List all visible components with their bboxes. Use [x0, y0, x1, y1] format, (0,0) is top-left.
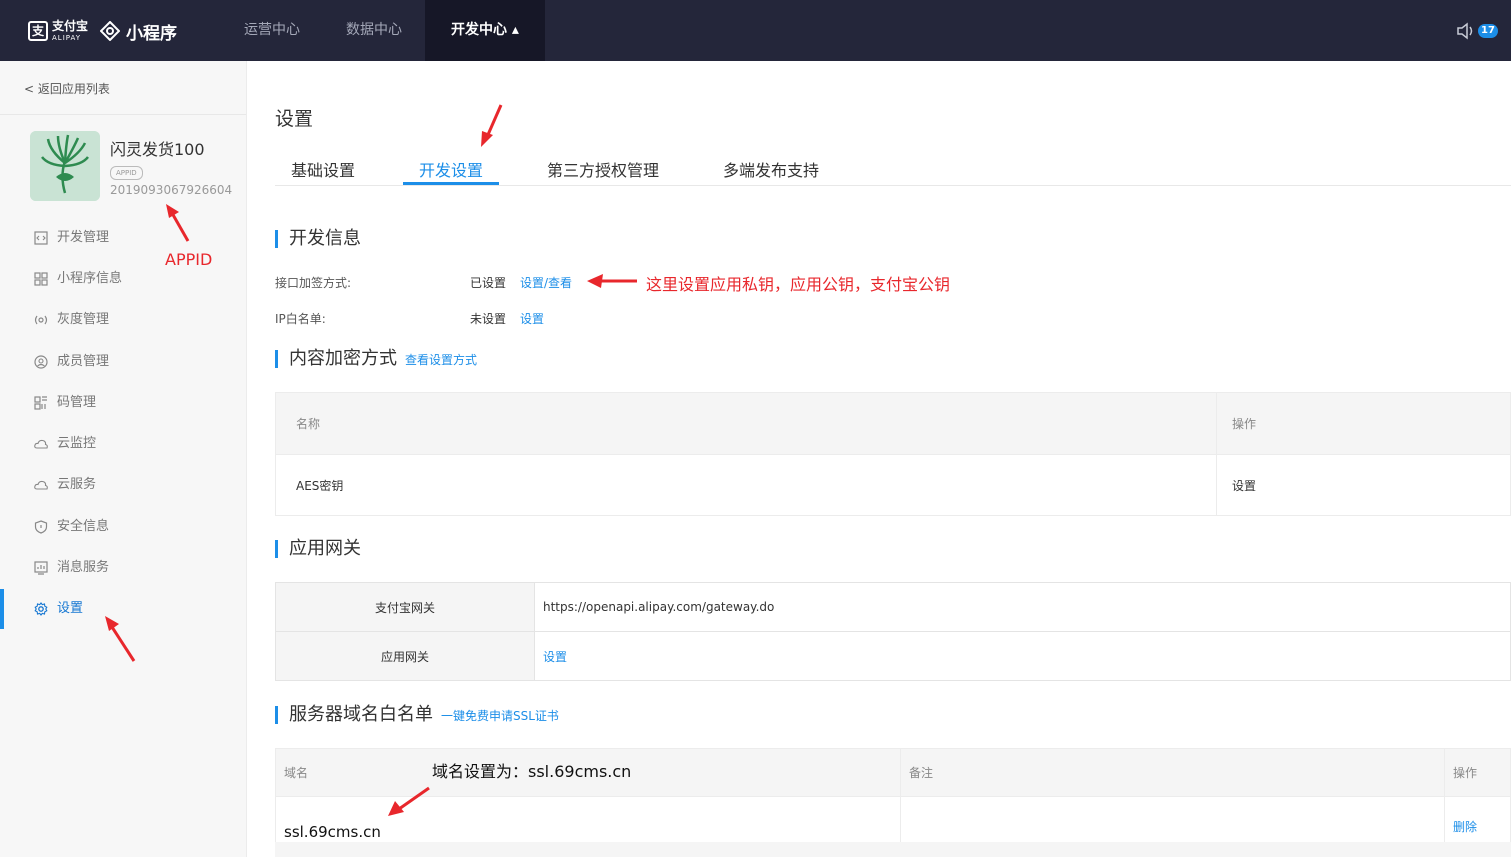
- main-content: 设置 基础设置 开发设置 第三方授权管理 多端发布支持 开发信息 接口加签方式:…: [247, 61, 1511, 857]
- nav-development[interactable]: 开发中心 ▴: [425, 0, 545, 61]
- table-row: 支付宝网关 https://openapi.alipay.com/gateway…: [275, 582, 1511, 632]
- app-avatar: [30, 131, 100, 201]
- app-gateway-set-link[interactable]: 设置: [534, 631, 1511, 681]
- sidebar-item-label: 设置: [57, 601, 84, 616]
- section-title: 服务器域名白名单: [289, 704, 433, 725]
- sidebar-item-label: 码管理: [57, 395, 97, 410]
- column-header-action: 操作: [1444, 748, 1511, 797]
- sidebar-item-label: 安全信息: [57, 519, 110, 534]
- brand-en: ALIPAY: [52, 33, 82, 42]
- sidebar-item-cloud-monitor[interactable]: 云监控: [0, 427, 246, 461]
- sidebar-divider: [0, 114, 246, 115]
- sign-method-link[interactable]: 设置/查看: [520, 274, 572, 291]
- section-content-encryption: 内容加密方式 查看设置方式: [275, 348, 477, 370]
- sign-method-label: 接口加签方式:: [275, 276, 352, 290]
- miniprogram-logo-icon: [100, 21, 121, 41]
- sidebar-item-label: 开发管理: [57, 230, 110, 245]
- grid-icon: [34, 272, 48, 286]
- section-dev-info: 开发信息: [275, 228, 361, 250]
- annotation-arrow-domain: [388, 786, 430, 816]
- tab-basic-settings[interactable]: 基础设置: [291, 157, 355, 181]
- section-title: 内容加密方式: [289, 348, 397, 369]
- encryption-table: 名称 操作 AES密钥 设置: [275, 392, 1511, 516]
- annotation-arrow-appid: [166, 204, 190, 242]
- section-title: 应用网关: [289, 538, 361, 559]
- table-row: AES密钥 设置: [275, 454, 1511, 516]
- back-to-app-list-link[interactable]: < 返回应用列表: [24, 80, 110, 97]
- qrcode-icon: [34, 396, 47, 410]
- top-navbar: 支 支付宝 ALIPAY 小程序 运营中心 数据中心 开发中心 ▴ 17: [0, 0, 1511, 61]
- appid-value: 2019093067926604: [110, 183, 233, 197]
- aes-key-name: AES密钥: [275, 454, 1217, 516]
- annotation-appid: APPID: [165, 250, 213, 269]
- annotation-domain: 域名设置为：ssl.69cms.cn: [432, 762, 632, 781]
- sidebar-item-cloud-service[interactable]: 云服务: [0, 468, 246, 502]
- column-header-remark: 备注: [900, 748, 1445, 797]
- sidebar-item-label: 消息服务: [57, 560, 110, 575]
- sidebar-item-gray-release[interactable]: 灰度管理: [0, 303, 246, 337]
- product-name: 小程序: [126, 23, 178, 44]
- free-ssl-link[interactable]: 一键免费申请SSL证书: [441, 709, 559, 723]
- ip-whitelist-link[interactable]: 设置: [520, 310, 544, 327]
- gateway-table: 支付宝网关 https://openapi.alipay.com/gateway…: [275, 582, 1511, 681]
- active-tab-indicator: [403, 182, 499, 185]
- sidebar-item-label: 云监控: [57, 436, 97, 451]
- app-name: 闪灵发货100: [110, 140, 205, 159]
- app-logo-image: [30, 131, 100, 201]
- sidebar-item-members[interactable]: 成员管理: [0, 345, 246, 379]
- section-title: 开发信息: [289, 228, 361, 249]
- table-footer: [275, 842, 1511, 857]
- tab-multi-platform[interactable]: 多端发布支持: [723, 157, 819, 181]
- sidebar: < 返回应用列表 闪灵发货100 APPID 2019093067926604 …: [0, 61, 247, 857]
- column-header-name: 名称: [275, 392, 1217, 455]
- alipay-gateway-label: 支付宝网关: [275, 582, 535, 632]
- nav-data[interactable]: 数据中心: [323, 0, 425, 61]
- sign-method-status: 已设置: [470, 276, 507, 290]
- shield-icon: [34, 520, 48, 534]
- annotation-arrow-settings: [105, 616, 136, 662]
- cloud-icon: [34, 439, 48, 449]
- sidebar-item-label: 小程序信息: [57, 271, 123, 286]
- view-encryption-method-link[interactable]: 查看设置方式: [405, 353, 477, 367]
- chart-icon: [34, 561, 48, 575]
- gear-icon: [34, 602, 48, 616]
- sidebar-item-message-service[interactable]: 消息服务: [0, 551, 246, 585]
- sidebar-item-label: 成员管理: [57, 354, 110, 369]
- sidebar-item-label: 云服务: [57, 477, 97, 492]
- sidebar-item-code-management[interactable]: 码管理: [0, 386, 246, 420]
- code-icon: [34, 231, 48, 245]
- tab-dev-settings[interactable]: 开发设置: [419, 157, 483, 181]
- aes-set-link[interactable]: 设置: [1216, 454, 1511, 516]
- app-gateway-label: 应用网关: [275, 631, 535, 681]
- ip-whitelist-status: 未设置: [470, 312, 507, 326]
- annotation-keys: 这里设置应用私钥，应用公钥，支付宝公钥: [646, 275, 951, 294]
- brand-cn: 支付宝: [52, 18, 89, 33]
- notification-badge[interactable]: 17: [1478, 24, 1498, 38]
- annotation-arrow-keys: [587, 274, 637, 288]
- table-header-row: 名称 操作: [275, 392, 1511, 455]
- tab-bar-divider: [275, 185, 1511, 186]
- signal-icon: [34, 315, 48, 325]
- speaker-icon[interactable]: [1456, 22, 1476, 40]
- ip-whitelist-label: IP白名单:: [275, 312, 326, 326]
- alipay-gateway-value: https://openapi.alipay.com/gateway.do: [534, 582, 1511, 632]
- alipay-miniprogram-logo[interactable]: 支 支付宝 ALIPAY 小程序: [28, 18, 178, 44]
- appid-tag: APPID: [110, 166, 143, 180]
- sidebar-item-security[interactable]: 安全信息: [0, 510, 246, 544]
- alipay-logo-icon: 支: [28, 21, 48, 41]
- tab-third-party-auth[interactable]: 第三方授权管理: [547, 157, 659, 181]
- sidebar-item-label: 灰度管理: [57, 312, 110, 327]
- section-domain-whitelist: 服务器域名白名单 一键免费申请SSL证书: [275, 704, 559, 726]
- cloud-icon: [34, 480, 48, 490]
- section-gateway: 应用网关: [275, 538, 361, 560]
- column-header-action: 操作: [1216, 392, 1511, 455]
- user-icon: [34, 355, 48, 369]
- table-row: 应用网关 设置: [275, 631, 1511, 681]
- nav-operations[interactable]: 运营中心: [221, 0, 323, 61]
- annotation-arrow-tab: [481, 104, 503, 147]
- page-title: 设置: [275, 108, 314, 130]
